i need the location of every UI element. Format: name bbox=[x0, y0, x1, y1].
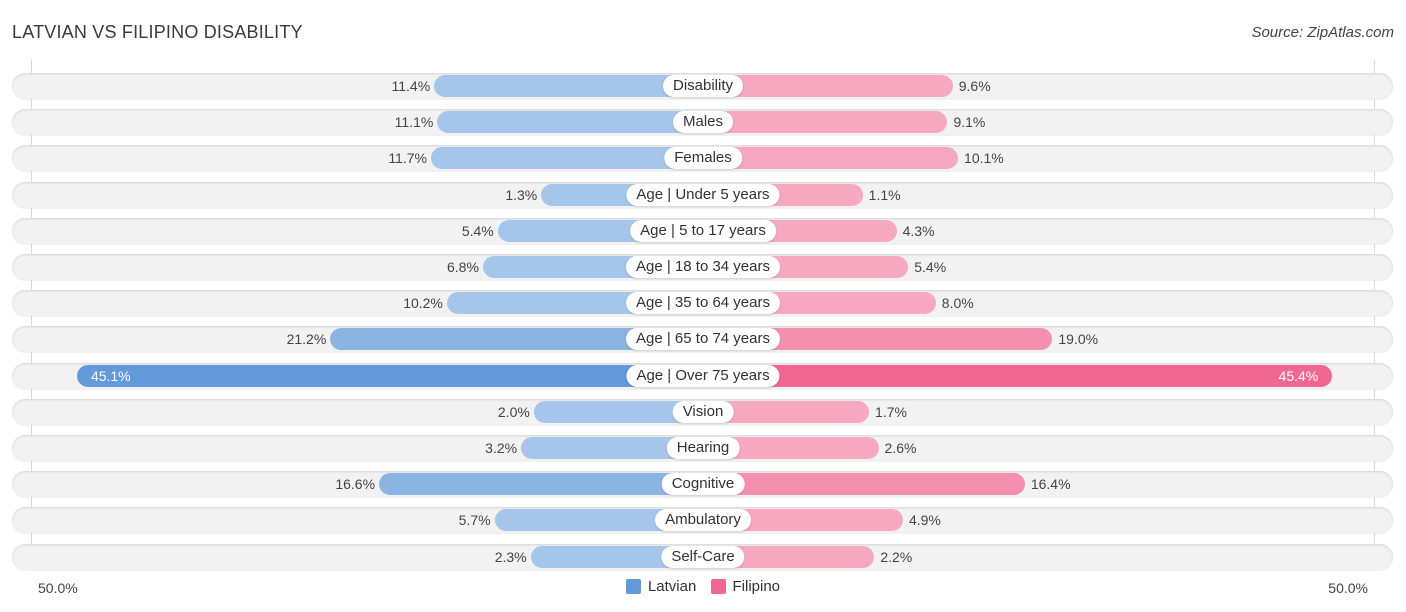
category-label: Age | Under 5 years bbox=[626, 183, 780, 206]
value-label-filipino: 19.0% bbox=[1058, 331, 1099, 348]
chart-row: Vision 2.0% 1.7% bbox=[12, 398, 1393, 425]
chart-row: Age | 18 to 34 years 6.8% 5.4% bbox=[12, 254, 1393, 280]
category-label: Self-Care bbox=[661, 545, 745, 568]
value-label-latvian: 2.0% bbox=[497, 403, 530, 420]
legend-swatch-filipino bbox=[710, 579, 726, 594]
value-label-latvian: 21.2% bbox=[286, 331, 327, 348]
value-label-filipino: 1.1% bbox=[868, 186, 901, 203]
value-label-latvian: 5.4% bbox=[461, 222, 494, 239]
value-label-latvian: 16.6% bbox=[335, 476, 376, 493]
chart-title: LATVIAN VS FILIPINO DISABILITY bbox=[12, 22, 303, 42]
bar-filipino[interactable] bbox=[703, 111, 948, 134]
chart-row: Self-Care 2.3% 2.2% bbox=[12, 543, 1393, 570]
category-label: Age | 65 to 74 years bbox=[626, 328, 780, 351]
category-label: Age | 5 to 17 years bbox=[630, 219, 776, 242]
category-label: Age | 18 to 34 years bbox=[626, 256, 780, 278]
value-label-latvian: 11.4% bbox=[391, 78, 431, 94]
value-label-latvian: 3.2% bbox=[485, 440, 518, 456]
value-label-filipino: 4.3% bbox=[902, 222, 935, 239]
chart-row: Males 11.1% 9.1% bbox=[12, 109, 1393, 136]
value-label-filipino: 9.1% bbox=[953, 114, 986, 131]
value-label-filipino: 1.7% bbox=[875, 403, 907, 420]
bar-latvian[interactable] bbox=[437, 111, 703, 134]
value-label-filipino: 8.0% bbox=[941, 295, 974, 312]
chart-row: Cognitive 16.6% 16.4% bbox=[12, 471, 1393, 498]
chart-row: Ambulatory 5.7% 4.9% bbox=[12, 507, 1393, 534]
value-label-filipino: 4.9% bbox=[908, 512, 941, 529]
value-label-latvian: 5.7% bbox=[458, 512, 491, 529]
chart-row: Age | 35 to 64 years 10.2% 8.0% bbox=[12, 290, 1393, 317]
legend-item-filipino[interactable]: Filipino bbox=[710, 578, 781, 595]
category-label: Cognitive bbox=[661, 473, 745, 496]
category-label: Females bbox=[664, 147, 742, 170]
category-label: Disability bbox=[662, 75, 744, 97]
chart-row: Females 11.7% 10.1% bbox=[12, 145, 1393, 172]
value-label-latvian: 1.3% bbox=[505, 186, 538, 203]
value-label-filipino: 5.4% bbox=[914, 259, 947, 275]
bar-filipino[interactable] bbox=[703, 473, 1025, 496]
category-label: Hearing bbox=[666, 437, 740, 459]
value-label-filipino: 9.6% bbox=[958, 78, 991, 94]
chart-row: Disability 11.4% 9.6% bbox=[12, 73, 1393, 99]
value-label-latvian: 45.1% bbox=[90, 367, 131, 384]
bar-latvian[interactable] bbox=[76, 364, 703, 387]
value-label-latvian: 11.7% bbox=[388, 150, 427, 167]
value-label-latvian: 10.2% bbox=[403, 295, 443, 312]
legend-label-latvian: Latvian bbox=[647, 578, 697, 595]
category-label: Ambulatory bbox=[655, 509, 751, 532]
value-label-filipino: 2.2% bbox=[880, 548, 913, 565]
chart-row: Age | 5 to 17 years 5.4% 4.3% bbox=[12, 217, 1393, 244]
value-label-filipino: 2.6% bbox=[884, 440, 917, 456]
value-label-latvian: 11.1% bbox=[394, 114, 434, 131]
legend: Latvian Filipino bbox=[0, 578, 1406, 598]
bar-latvian[interactable] bbox=[379, 473, 703, 496]
value-label-latvian: 6.8% bbox=[447, 259, 479, 275]
bar-latvian[interactable] bbox=[430, 147, 703, 170]
chart-row: Hearing 3.2% 2.6% bbox=[12, 435, 1393, 461]
value-label-latvian: 2.3% bbox=[494, 548, 527, 565]
bar-filipino[interactable] bbox=[703, 364, 1333, 387]
legend-label-filipino: Filipino bbox=[732, 578, 781, 595]
source-credit: Source: ZipAtlas.com bbox=[1251, 24, 1394, 41]
category-label: Age | Over 75 years bbox=[626, 364, 780, 387]
value-label-filipino: 45.4% bbox=[1278, 367, 1319, 384]
chart-row: Age | Over 75 years 45.1% 45.4% bbox=[12, 362, 1393, 389]
legend-item-latvian[interactable]: Latvian bbox=[625, 578, 697, 595]
chart-row: Age | 65 to 74 years 21.2% 19.0% bbox=[12, 326, 1393, 353]
category-label: Males bbox=[672, 111, 734, 134]
value-label-filipino: 16.4% bbox=[1030, 476, 1071, 493]
chart-row: Age | Under 5 years 1.3% 1.1% bbox=[12, 181, 1393, 208]
category-label: Age | 35 to 64 years bbox=[626, 292, 780, 315]
legend-swatch-latvian bbox=[625, 579, 641, 594]
value-label-filipino: 10.1% bbox=[964, 150, 1004, 167]
category-label: Vision bbox=[672, 400, 734, 423]
